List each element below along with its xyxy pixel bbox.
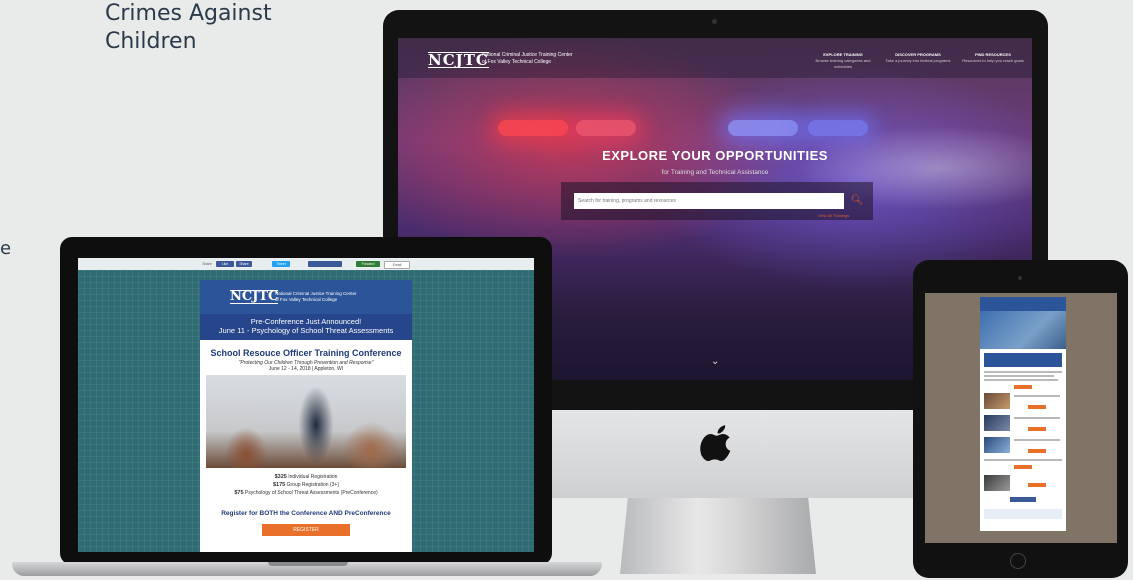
email-button[interactable]: Email bbox=[384, 261, 410, 269]
ipad-social-icons[interactable] bbox=[1010, 497, 1036, 502]
ipad-thumbnail bbox=[984, 415, 1010, 431]
ipad-email-hero-image bbox=[980, 311, 1066, 349]
price-amount: $175 bbox=[272, 482, 286, 488]
ipad-footer bbox=[984, 509, 1062, 519]
ipad-email bbox=[980, 297, 1066, 531]
imac-stand bbox=[620, 498, 816, 574]
ipad-email-button[interactable] bbox=[1014, 465, 1032, 469]
ipad-thumbnail bbox=[984, 475, 1010, 491]
apple-logo-icon bbox=[700, 425, 731, 462]
ipad-email-button[interactable] bbox=[1028, 405, 1046, 409]
imac-camera bbox=[712, 19, 717, 24]
email-header: NCJTC National Criminal Justice Training… bbox=[200, 280, 412, 314]
conference-title: School Resouce Officer Training Conferen… bbox=[210, 348, 402, 358]
site-logo[interactable]: NCJTC bbox=[428, 52, 489, 68]
hero-title: EXPLORE YOUR OPPORTUNITIES bbox=[602, 148, 828, 163]
ipad-text-line bbox=[984, 371, 1062, 373]
forward-button[interactable]: Forward bbox=[356, 261, 380, 267]
hero-subtitle: for Training and Technical Assistance bbox=[661, 169, 769, 176]
police-light-blue bbox=[728, 120, 798, 136]
email-logo-subtitle: National Criminal Justice Training Cente… bbox=[275, 291, 357, 302]
police-light-red bbox=[498, 120, 568, 136]
police-light-blue-2 bbox=[808, 120, 868, 136]
nav-discover-programs[interactable]: DISCOVER PROGRAMS Take a journey into fe… bbox=[883, 52, 953, 64]
nav-explore-training[interactable]: EXPLORE TRAINING Browse training categor… bbox=[808, 52, 878, 70]
price-group: $175 Group Registration (3+) bbox=[200, 482, 412, 488]
share-label: Share bbox=[202, 262, 212, 266]
ipad-email-button[interactable] bbox=[1014, 385, 1032, 389]
edge-text-fragment: e bbox=[0, 238, 12, 259]
laptop-notch bbox=[268, 562, 348, 566]
ipad-thumbnail bbox=[984, 437, 1010, 453]
site-logo-subtitle: National Criminal Justice Training Cente… bbox=[482, 52, 573, 65]
ipad-camera bbox=[1018, 276, 1022, 280]
ipad-home-button[interactable] bbox=[1010, 553, 1026, 569]
search-input[interactable] bbox=[574, 193, 844, 209]
view-all-trainings-link[interactable]: View All Trainings bbox=[818, 213, 849, 218]
ipad-text-line bbox=[1014, 439, 1060, 441]
facebook-share-button[interactable]: Share bbox=[236, 261, 252, 267]
ipad-thumbnail bbox=[984, 393, 1010, 409]
nav-find-resources[interactable]: FIND RESOURCES Resources to help you rea… bbox=[958, 52, 1028, 64]
nav-find-resources-sub: Resources to help you reach goals bbox=[962, 58, 1024, 63]
price-individual: $325 Individual Registration bbox=[200, 474, 412, 480]
ipad-email-button[interactable] bbox=[1028, 449, 1046, 453]
police-light-red-2 bbox=[576, 120, 636, 136]
share-bar: Share Like Share Tweet Forward Email bbox=[78, 258, 534, 270]
banner-line-2: June 11 - Psychology of School Threat As… bbox=[218, 326, 394, 335]
ipad-screen bbox=[925, 293, 1117, 543]
conference-date: June 12 - 14, 2018 | Appleton, WI bbox=[268, 366, 344, 372]
caption-title: Crimes Against Children bbox=[105, 1, 272, 54]
laptop-screen: Share Like Share Tweet Forward Email NCJ… bbox=[78, 258, 534, 552]
officer-classroom-photo bbox=[206, 375, 406, 468]
ipad-text-line bbox=[984, 379, 1058, 381]
price-label: Psychology of School Threat Assessments … bbox=[244, 490, 378, 496]
facebook-like-button[interactable]: Like bbox=[216, 261, 234, 267]
social-icons[interactable] bbox=[308, 261, 342, 267]
scroll-down-chevron-icon[interactable]: ⌄ bbox=[711, 356, 719, 367]
ipad-email-button[interactable] bbox=[1028, 427, 1046, 431]
ipad-text-line bbox=[984, 459, 1062, 461]
site-header: NCJTC National Criminal Justice Training… bbox=[398, 38, 1032, 78]
nav-discover-programs-sub: Take a journey into federal programs bbox=[885, 58, 951, 63]
banner-line-1: Pre-Conference Just Announced! bbox=[250, 317, 362, 326]
ipad-email-header bbox=[980, 297, 1066, 311]
price-label: Individual Registration bbox=[288, 474, 338, 480]
ipad-email-band bbox=[984, 353, 1062, 367]
search-icon[interactable]: 🔍︎ bbox=[850, 193, 864, 209]
email-logo: NCJTC bbox=[230, 289, 279, 304]
ipad-text-line bbox=[1014, 395, 1060, 397]
register-button[interactable]: REGISTER bbox=[262, 524, 350, 536]
price-amount: $325 bbox=[274, 474, 287, 480]
price-amount: $75 bbox=[234, 490, 244, 496]
nav-explore-training-sub: Browse training categories and schedules bbox=[815, 58, 871, 69]
email-newsletter: NCJTC National Criminal Justice Training… bbox=[200, 280, 412, 552]
ipad-text-line bbox=[1014, 417, 1060, 419]
price-label: Group Registration (3+) bbox=[286, 482, 340, 488]
ipad-email-button[interactable] bbox=[1028, 483, 1046, 487]
preconference-banner: Pre-Conference Just Announced! June 11 -… bbox=[200, 314, 412, 340]
tweet-button[interactable]: Tweet bbox=[272, 261, 290, 267]
register-cta-text: Register for BOTH the Conference AND Pre… bbox=[221, 510, 391, 517]
ipad-text-line bbox=[984, 375, 1054, 377]
price-preconference: $75 Psychology of School Threat Assessme… bbox=[200, 490, 412, 496]
